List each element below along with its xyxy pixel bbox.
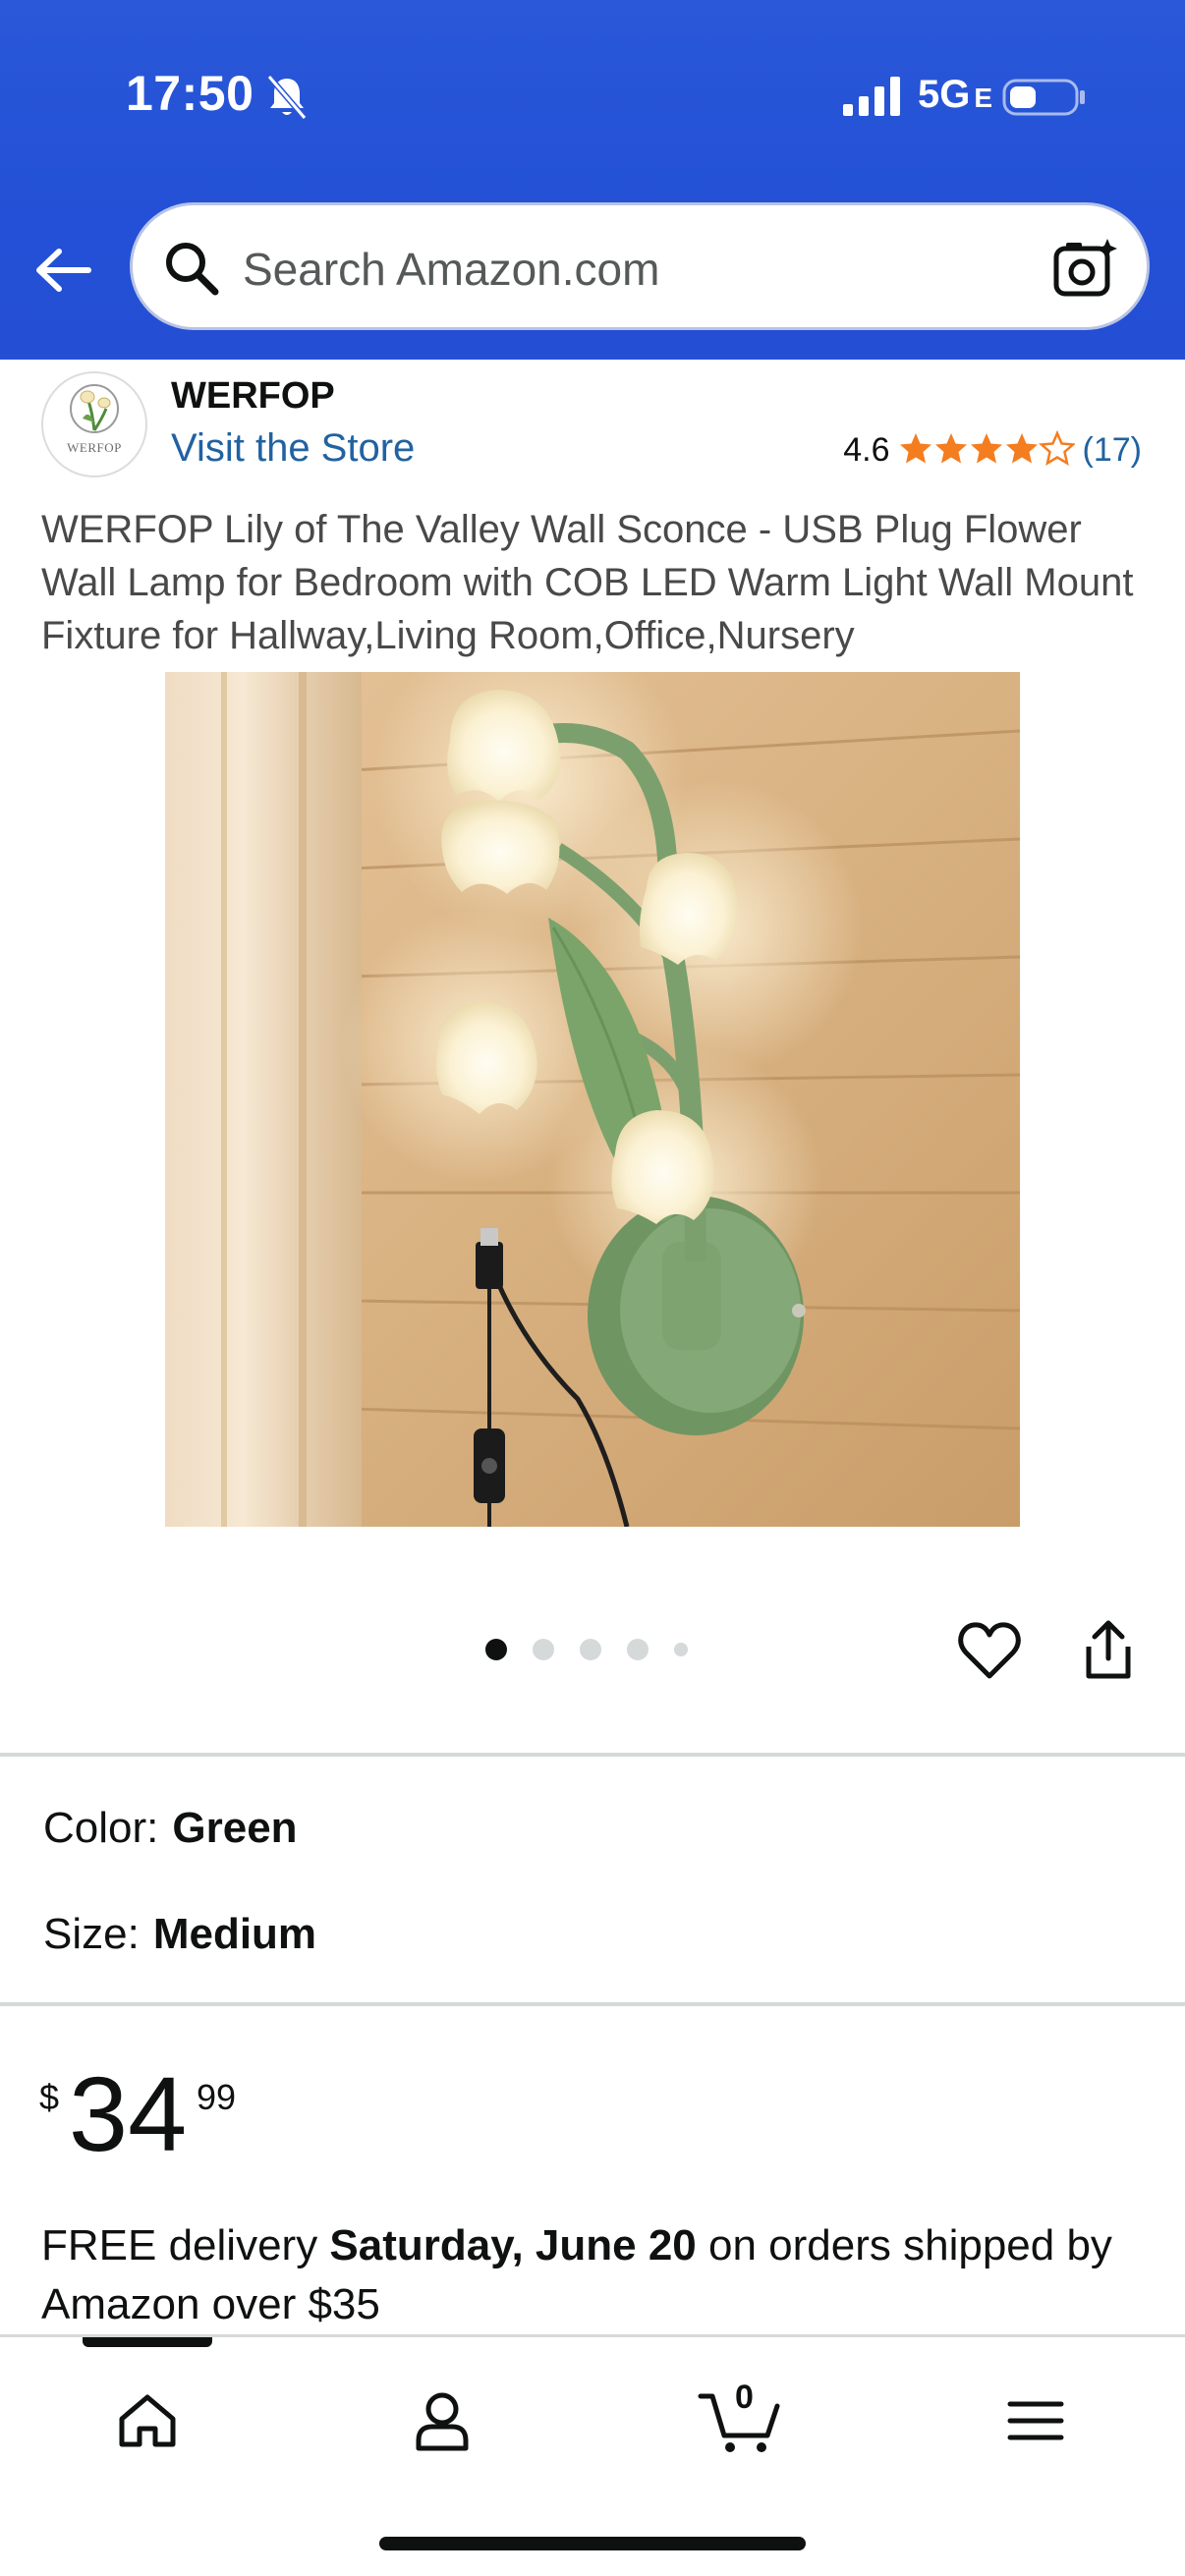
nav-menu[interactable] bbox=[987, 2377, 1085, 2465]
delivery-prefix: FREE delivery bbox=[41, 2221, 330, 2269]
section-divider bbox=[0, 2002, 1185, 2006]
hamburger-menu-icon bbox=[1007, 2401, 1064, 2440]
home-indicator[interactable] bbox=[379, 2537, 806, 2550]
top-header: 17:50 5G E bbox=[0, 0, 1185, 360]
carousel-dot[interactable] bbox=[533, 1639, 554, 1660]
rating-value: 4.6 bbox=[843, 430, 890, 469]
star-rating-icon bbox=[899, 431, 1074, 465]
brand-name: WERFOP bbox=[171, 375, 335, 417]
battery-icon bbox=[1002, 79, 1085, 116]
nav-home[interactable] bbox=[98, 2377, 197, 2465]
rating-count: (17) bbox=[1082, 430, 1142, 469]
rating[interactable]: 4.6 (17) bbox=[843, 430, 1142, 470]
carousel-dot[interactable] bbox=[485, 1639, 507, 1660]
brand-logo-text: WERFOP bbox=[67, 440, 122, 455]
price-currency: $ bbox=[39, 2077, 60, 2117]
active-tab-indicator bbox=[83, 2337, 212, 2347]
status-time: 17:50 bbox=[126, 66, 254, 121]
color-label: Color: bbox=[43, 1804, 159, 1852]
search-bar[interactable] bbox=[130, 202, 1150, 330]
brand-logo[interactable]: WERFOP bbox=[41, 371, 147, 477]
bell-off-icon bbox=[266, 75, 308, 120]
product-title: WERFOP Lily of The Valley Wall Sconce - … bbox=[41, 508, 1134, 657]
carousel-dot[interactable] bbox=[627, 1639, 649, 1660]
visit-store-link[interactable]: Visit the Store bbox=[171, 426, 415, 471]
network-type: 5G E bbox=[918, 73, 993, 116]
wall-sconce-photo bbox=[165, 672, 1020, 1527]
size-label: Size: bbox=[43, 1910, 140, 1958]
share-icon[interactable] bbox=[1079, 1617, 1138, 1682]
size-value: Medium bbox=[152, 1910, 317, 1958]
image-carousel-dots[interactable] bbox=[485, 1639, 688, 1660]
home-icon bbox=[119, 2394, 176, 2447]
signal-icon bbox=[843, 77, 900, 116]
account-icon bbox=[416, 2392, 469, 2451]
heart-icon[interactable] bbox=[957, 1619, 1022, 1684]
delivery-date: Saturday, June 20 bbox=[329, 2221, 697, 2269]
delivery-info: FREE delivery Saturday, June 20 on order… bbox=[41, 2216, 1161, 2334]
price-fraction: 99 bbox=[197, 2077, 237, 2117]
search-icon bbox=[166, 243, 219, 296]
camera-lens-icon[interactable] bbox=[1050, 235, 1119, 304]
search-input[interactable] bbox=[243, 235, 1009, 304]
carousel-dot[interactable] bbox=[580, 1639, 601, 1660]
size-variation[interactable]: Size: Medium bbox=[43, 1910, 316, 1959]
nav-account[interactable] bbox=[393, 2377, 491, 2465]
lily-logo-icon bbox=[70, 384, 119, 433]
back-arrow-icon[interactable] bbox=[29, 236, 98, 305]
price-whole: 34 bbox=[69, 2054, 188, 2173]
section-divider bbox=[0, 1753, 1185, 1757]
color-variation[interactable]: Color: Green bbox=[43, 1804, 298, 1853]
nav-cart[interactable]: 0 bbox=[692, 2377, 790, 2465]
color-value: Green bbox=[172, 1804, 298, 1852]
carousel-dot[interactable] bbox=[674, 1643, 688, 1656]
cart-count: 0 bbox=[735, 2379, 754, 2416]
product-image[interactable] bbox=[165, 672, 1020, 1527]
